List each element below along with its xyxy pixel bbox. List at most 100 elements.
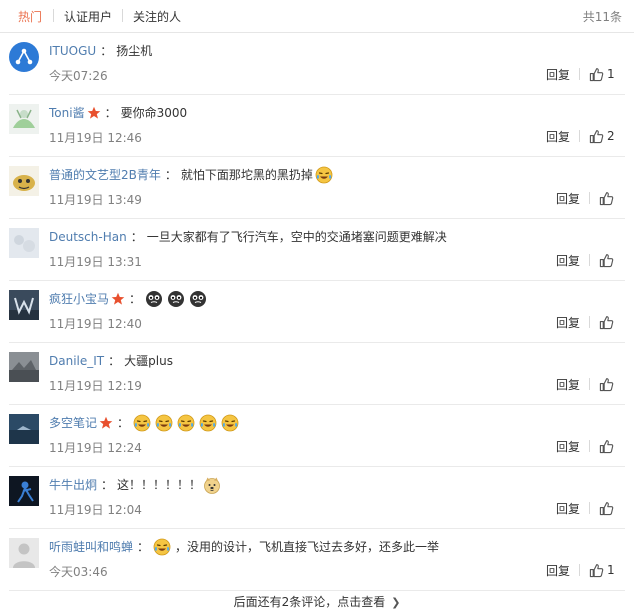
comment-time: 今天07:26 <box>49 69 108 83</box>
laugh-cry-emoji-icon <box>153 538 171 556</box>
comment-time: 11月19日 13:31 <box>49 255 142 269</box>
thumbs-up-icon <box>599 439 614 453</box>
like-count: 1 <box>607 563 615 577</box>
tab-following[interactable]: 关注的人 <box>133 8 181 25</box>
action-divider <box>579 564 580 576</box>
reply-button[interactable]: 回复 <box>546 128 570 145</box>
username-link[interactable]: Toni酱 <box>49 103 85 123</box>
username-link[interactable]: 听雨蛙叫和鸣蝉 <box>49 537 133 557</box>
thumbs-up-icon <box>599 315 614 329</box>
comment-text: 要你命3000 <box>120 106 188 120</box>
action-divider <box>589 316 590 328</box>
action-divider <box>589 502 590 514</box>
laugh-cry-emoji-icon <box>199 414 217 432</box>
username-link[interactable]: Deutsch-Han <box>49 227 127 247</box>
like-count: 1 <box>607 67 615 81</box>
thumbs-up-icon <box>599 191 614 205</box>
comment-filter-tabs: 热门 认证用户 关注的人 共11条 <box>0 0 634 32</box>
like-button[interactable] <box>599 437 614 455</box>
avatar[interactable] <box>9 538 39 568</box>
action-divider <box>579 68 580 80</box>
avatar[interactable] <box>9 476 39 506</box>
laugh-cry-emoji-icon <box>315 166 333 184</box>
verified-star-icon <box>99 416 113 429</box>
action-divider <box>589 378 590 390</box>
thumbs-up-icon <box>589 129 604 143</box>
chevron-right-icon: ❯ <box>391 596 401 609</box>
username-link[interactable]: 疯狂小宝马 <box>49 289 109 309</box>
comment-time: 11月19日 12:40 <box>49 317 142 331</box>
reply-button[interactable]: 回复 <box>556 252 580 269</box>
like-count: 2 <box>607 129 615 143</box>
reply-button[interactable]: 回复 <box>556 314 580 331</box>
doge-emoji-icon <box>204 477 220 494</box>
tab-verified-users[interactable]: 认证用户 <box>64 8 112 25</box>
avatar[interactable] <box>9 352 39 382</box>
comment-text: 一旦大家都有了飞行汽车，空中的交通堵塞问题更难解决 <box>146 230 447 244</box>
reply-button[interactable]: 回复 <box>556 438 580 455</box>
comment-item: Toni酱 ： 要你命3000 11月19日 12:46 回复 2 <box>0 95 634 157</box>
tab-divider <box>122 9 123 22</box>
comment-item: Danile_IT ： 大疆plus 11月19日 12:19 回复 <box>0 343 634 405</box>
comment-time: 11月19日 12:46 <box>49 131 142 145</box>
username-link[interactable]: Danile_IT <box>49 351 104 371</box>
thumbs-up-icon <box>599 501 614 515</box>
comment-text: 大疆plus <box>124 354 173 368</box>
like-button[interactable] <box>599 251 614 269</box>
load-more-label: 后面还有2条评论，点击查看 <box>233 595 386 609</box>
laugh-cry-emoji-icon <box>133 414 151 432</box>
thumbs-up-icon <box>599 253 614 267</box>
comment-time: 11月19日 12:19 <box>49 379 142 393</box>
reply-button[interactable]: 回复 <box>546 66 570 83</box>
like-button[interactable] <box>599 499 614 517</box>
laugh-cry-emoji-icon <box>155 414 173 432</box>
black-face-emoji-icon <box>190 291 207 307</box>
tab-hot[interactable]: 热门 <box>18 8 42 25</box>
black-face-emoji-icon <box>168 291 185 307</box>
avatar[interactable] <box>9 290 39 320</box>
like-button[interactable]: 2 <box>589 127 615 145</box>
avatar[interactable] <box>9 104 39 134</box>
username-link[interactable]: 多空笔记 <box>49 413 97 433</box>
comment-item: 听雨蛙叫和鸣蝉 ： ，没用的设计，飞机直接飞过去多好，还多此一举 今天03:46… <box>0 529 634 591</box>
like-button[interactable] <box>599 375 614 393</box>
comment-time: 11月19日 13:49 <box>49 193 142 207</box>
comment-item: 普通的文艺型2B青年 ： 就怕下面那坨黑的黑扔掉 11月19日 13:49 回复 <box>0 157 634 219</box>
username-link[interactable]: 牛牛出炯 <box>49 475 97 495</box>
thumbs-up-icon <box>589 67 604 81</box>
laugh-cry-emoji-icon <box>221 414 239 432</box>
comment-item: 疯狂小宝马 ： 11月19日 12:40 回复 <box>0 281 634 343</box>
like-button[interactable] <box>599 189 614 207</box>
action-divider <box>589 440 590 452</box>
like-button[interactable] <box>599 313 614 331</box>
username-link[interactable]: 普通的文艺型2B青年 <box>49 165 161 185</box>
username-link[interactable]: ITUOGU <box>49 41 96 61</box>
laugh-cry-emoji-icon <box>177 414 195 432</box>
comment-item: ITUOGU ： 扬尘机 今天07:26 回复 1 <box>0 33 634 95</box>
avatar[interactable] <box>9 42 39 72</box>
divider <box>9 590 625 591</box>
comment-time: 今天03:46 <box>49 565 108 579</box>
avatar[interactable] <box>9 414 39 444</box>
verified-star-icon <box>87 106 100 119</box>
avatar[interactable] <box>9 166 39 196</box>
reply-button[interactable]: 回复 <box>556 190 580 207</box>
comment-text: ，没用的设计，飞机直接飞过去多好，还多此一举 <box>175 540 440 554</box>
like-button[interactable]: 1 <box>589 561 615 579</box>
thumbs-up-icon <box>599 377 614 391</box>
comment-time: 11月19日 12:24 <box>49 441 142 455</box>
comment-item: Deutsch-Han ： 一旦大家都有了飞行汽车，空中的交通堵塞问题更难解决 … <box>0 219 634 281</box>
load-more-comments-link[interactable]: 后面还有2条评论，点击查看 ❯ <box>0 593 634 610</box>
action-divider <box>589 192 590 204</box>
action-divider <box>589 254 590 266</box>
reply-button[interactable]: 回复 <box>546 562 570 579</box>
comment-text: 这！！！！！！ <box>117 478 202 492</box>
comment-text: 扬尘机 <box>116 44 153 58</box>
like-button[interactable]: 1 <box>589 65 615 83</box>
black-face-emoji-icon <box>146 291 163 307</box>
thumbs-up-icon <box>589 563 604 577</box>
avatar[interactable] <box>9 228 39 258</box>
tab-divider <box>53 9 54 22</box>
reply-button[interactable]: 回复 <box>556 376 580 393</box>
reply-button[interactable]: 回复 <box>556 500 580 517</box>
